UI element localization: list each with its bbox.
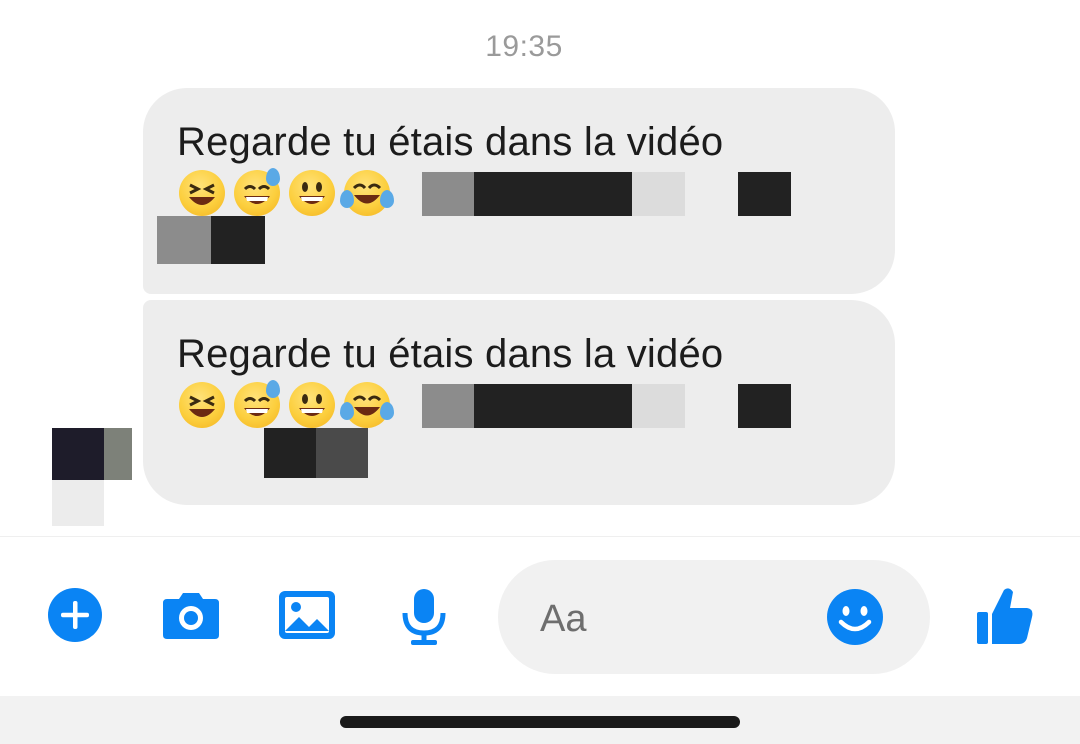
redacted-block: [738, 384, 791, 428]
redacted-block: [422, 384, 474, 428]
emoji-icon[interactable]: [826, 588, 884, 651]
thumbs-up-icon[interactable]: [975, 584, 1035, 651]
redacted-block: [157, 216, 211, 264]
redacted-block: [264, 428, 316, 478]
image-icon[interactable]: [277, 587, 337, 648]
microphone-icon[interactable]: [399, 587, 449, 652]
redacted-block: [738, 172, 791, 216]
plus-icon[interactable]: [47, 587, 103, 648]
message-text: Regarde tu étais dans la vidéo: [177, 332, 724, 376]
grinning-sweat-emoji-icon: [234, 380, 280, 428]
tears-of-joy-emoji-icon: [340, 170, 394, 216]
grinning-emoji-icon: [289, 382, 335, 428]
home-indicator[interactable]: [340, 716, 740, 728]
message-timestamp: 19:35: [485, 30, 563, 63]
avatar[interactable]: [52, 428, 132, 526]
redacted-block: [632, 384, 685, 428]
redacted-block: [316, 428, 368, 478]
message-bubble[interactable]: Regarde tu étais dans la vidéo: [143, 88, 895, 294]
message-input-placeholder: Aa: [540, 598, 587, 640]
tears-of-joy-emoji-icon: [340, 382, 394, 428]
grinning-emoji-icon: [289, 170, 335, 216]
camera-icon[interactable]: [161, 587, 221, 648]
redacted-block: [632, 172, 685, 216]
redacted-block: [474, 172, 632, 216]
redacted-block: [422, 172, 474, 216]
message-text: Regarde tu étais dans la vidéo: [177, 120, 724, 164]
redacted-block: [474, 384, 632, 428]
redacted-block: [211, 216, 265, 264]
laughing-squint-emoji-icon: [179, 382, 225, 428]
message-bubble[interactable]: Regarde tu étais dans la vidéo: [143, 300, 895, 505]
laughing-squint-emoji-icon: [179, 170, 225, 216]
grinning-sweat-emoji-icon: [234, 168, 280, 216]
